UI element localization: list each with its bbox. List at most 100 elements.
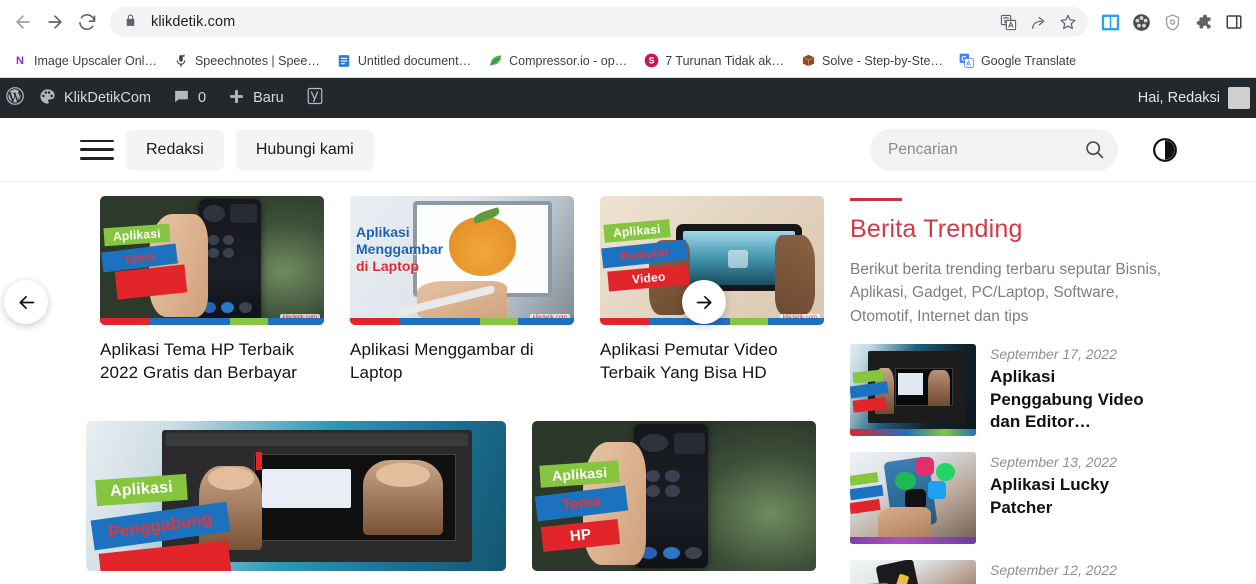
wp-new-button[interactable]: Baru (217, 78, 295, 118)
bookmark-item[interactable]: Speechnotes | Spee… (165, 49, 328, 73)
plus-icon (228, 88, 245, 109)
svg-text:S: S (648, 56, 654, 66)
carousel-next-button[interactable] (682, 280, 726, 324)
article-card[interactable]: Aplikasi Tema HP (532, 420, 816, 571)
bookmark-label: Speechnotes | Spee… (194, 53, 320, 68)
section-accent-rule (850, 198, 902, 201)
side-panel-icon[interactable] (1220, 8, 1248, 36)
article-title[interactable]: Aplikasi Menggambar di Laptop (350, 339, 574, 385)
bookmark-item[interactable]: Solve - Step-by-Ste… (792, 49, 951, 73)
bookmark-favicon-n-icon: N (16, 54, 24, 67)
bookmark-label: 7 Turunan Tidak ak… (665, 53, 785, 68)
trending-list: September 17, 2022 Aplikasi Penggabung V… (850, 343, 1256, 584)
bookmark-microphone-icon (173, 53, 189, 69)
list-item-thumbnail[interactable] (850, 343, 976, 436)
bookmark-item[interactable]: S 7 Turunan Tidak ak… (635, 49, 792, 73)
list-item[interactable]: September 13, 2022 Aplikasi Lucky Patche… (850, 451, 1256, 544)
list-item-date: September 12, 2022 (990, 561, 1117, 578)
bookmark-box-icon (800, 53, 816, 69)
site-dashboard-icon (39, 88, 56, 109)
brand-stripe (100, 318, 324, 325)
yoast-seo-icon (306, 87, 324, 109)
page-body: Aplikasi Tema klikdetik.com Aplikasi Tem… (0, 182, 1256, 584)
list-item-meta: September 17, 2022 Aplikasi Penggabung V… (990, 344, 1158, 434)
avatar[interactable] (1228, 87, 1250, 109)
bookmark-google-translate-icon: G (959, 53, 975, 69)
url-text: klikdetik.com (151, 14, 236, 30)
wp-greeting[interactable]: Hai, Redaksi (1138, 90, 1228, 106)
nav-item-redaksi[interactable]: Redaksi (126, 129, 224, 170)
thumbnail-overlay-text: Aplikasi Menggambar di Laptop (356, 224, 444, 275)
bookmark-symbolab-icon: S (643, 53, 659, 69)
thumbnail-photo (850, 559, 976, 584)
sidebar-heading: Berita Trending (850, 215, 1023, 243)
bookmark-label: Image Upscaler Onl… (34, 53, 157, 68)
list-item-thumbnail[interactable] (850, 451, 976, 544)
carousel-prev-button[interactable] (4, 280, 48, 324)
wp-comments-button[interactable]: 0 (162, 78, 217, 118)
brand-stripe (350, 318, 574, 325)
wp-yoast-button[interactable] (295, 78, 335, 118)
sidebar: Berita Trending Berikut berita trending … (842, 182, 1256, 584)
wp-comments-count: 0 (198, 90, 207, 106)
wordpress-admin-bar: KlikDetikCom 0 Baru Hai, Redaksi (0, 78, 1256, 118)
list-item-title[interactable]: Aplikasi Lucky Patcher (990, 474, 1158, 520)
article-thumbnail[interactable]: Aplikasi Tema klikdetik.com (100, 196, 324, 325)
bookmark-label: Google Translate (980, 53, 1077, 68)
article-card[interactable]: Aplikasi Menggambar di Laptop klikdetik.… (350, 196, 574, 385)
bookmark-compressor-leaf-icon (487, 53, 503, 69)
lock-icon (124, 14, 140, 30)
article-title[interactable]: Aplikasi Pemutar Video Terbaik Yang Bisa… (600, 339, 824, 385)
extensions-strip (1090, 8, 1248, 36)
search-icon[interactable] (1080, 136, 1108, 164)
bookmark-label: Untitled document… (357, 53, 472, 68)
nav-item-hubungi-kami[interactable]: Hubungi kami (235, 129, 374, 170)
bookmark-label: Compressor.io - op… (509, 53, 628, 68)
list-item[interactable]: September 12, 2022 Aplikasi (850, 559, 1256, 584)
translate-icon[interactable] (994, 8, 1022, 36)
bookmark-star-icon[interactable] (1054, 8, 1082, 36)
list-item-meta: September 13, 2022 Aplikasi Lucky Patche… (990, 452, 1158, 520)
list-item-date: September 13, 2022 (990, 453, 1117, 470)
wp-site-name-button[interactable]: KlikDetikCom (28, 78, 162, 118)
forward-button[interactable] (40, 7, 70, 37)
wp-new-label: Baru (253, 90, 284, 106)
back-button[interactable] (8, 7, 38, 37)
wp-logo-button[interactable] (4, 78, 28, 118)
article-title[interactable]: Aplikasi Tema HP Terbaik 2022 Gratis dan… (100, 339, 324, 385)
list-item-thumbnail[interactable] (850, 559, 976, 584)
search-input[interactable] (888, 140, 1080, 159)
search-box[interactable] (870, 128, 1118, 171)
bookmark-item[interactable]: G Google Translate (951, 49, 1084, 73)
list-item[interactable]: September 17, 2022 Aplikasi Penggabung V… (850, 343, 1256, 436)
share-icon[interactable] (1024, 8, 1052, 36)
list-item-meta: September 12, 2022 Aplikasi (990, 560, 1117, 584)
bookmark-item[interactable]: Compressor.io - op… (479, 49, 635, 73)
dark-mode-toggle-icon[interactable] (1150, 135, 1180, 165)
list-item-title[interactable]: Aplikasi Penggabung Video dan Editor… (990, 366, 1158, 434)
address-bar[interactable]: klikdetik.com (110, 7, 1088, 37)
thumbnail-photo (850, 451, 976, 544)
wp-site-name-label: KlikDetikCom (64, 90, 152, 106)
wordpress-logo-icon (6, 87, 24, 109)
bookmark-item[interactable]: Untitled document… (328, 49, 479, 73)
shield-extension-icon[interactable] (1158, 8, 1186, 36)
omnibox-actions (994, 8, 1082, 36)
hamburger-menu-icon[interactable] (80, 137, 114, 163)
article-card[interactable]: Aplikasi Tema klikdetik.com Aplikasi Tem… (100, 196, 324, 385)
bookmarks-bar: N Image Upscaler Onl… Speechnotes | Spee… (0, 44, 1256, 78)
video-downloader-extension-icon[interactable] (1127, 8, 1155, 36)
main-content: Aplikasi Tema klikdetik.com Aplikasi Tem… (0, 182, 842, 584)
bookmark-item[interactable]: N Image Upscaler Onl… (4, 49, 165, 73)
puzzle-extensions-icon[interactable] (1189, 8, 1217, 36)
reload-button[interactable] (72, 7, 102, 37)
sidebar-description: Berikut berita trending terbaru seputar … (850, 261, 1162, 325)
article-grid-row: Aplikasi Penggabung Aplikasi Tema HP (0, 420, 842, 571)
list-item-date: September 17, 2022 (990, 345, 1117, 362)
bookmark-label: Solve - Step-by-Ste… (822, 53, 943, 68)
dictionary-extension-icon[interactable] (1096, 8, 1124, 36)
thumbnail-photo (850, 343, 976, 436)
article-thumbnail[interactable]: Aplikasi Menggambar di Laptop klikdetik.… (350, 196, 574, 325)
article-card[interactable]: Aplikasi Penggabung (86, 420, 506, 571)
bookmark-google-docs-icon (336, 53, 352, 69)
